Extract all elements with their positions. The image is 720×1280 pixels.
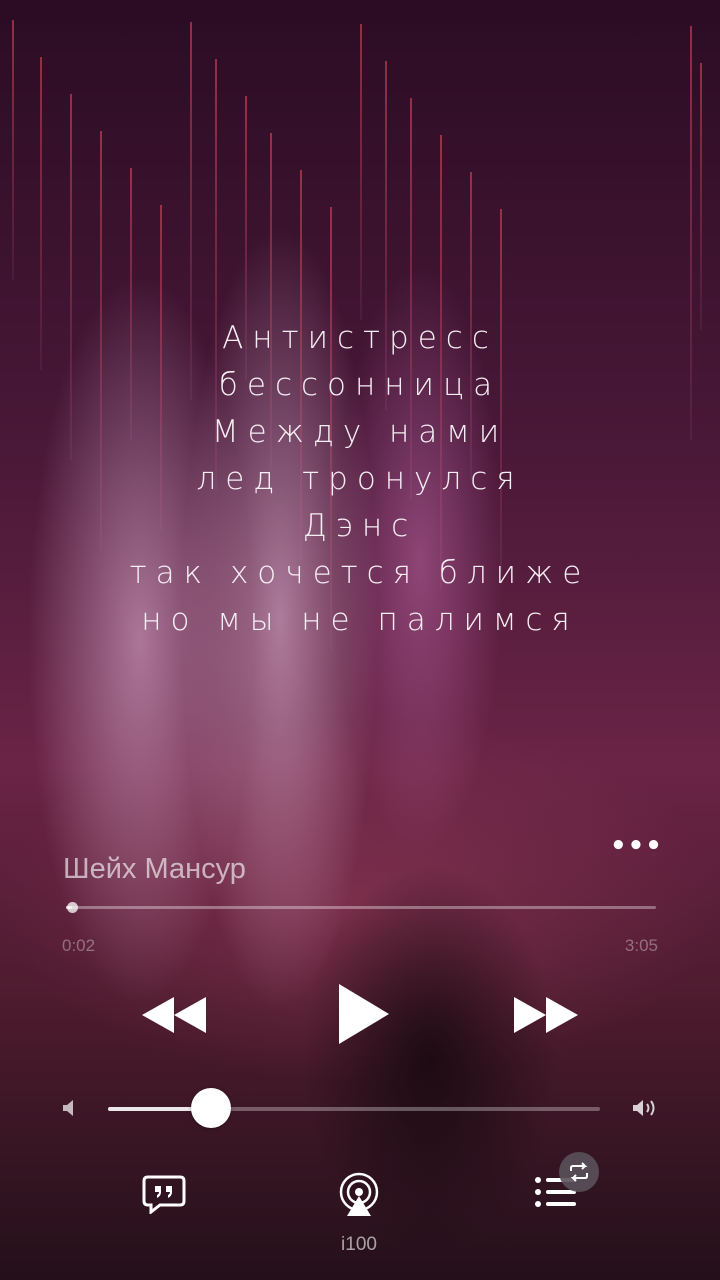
lyrics-quote-icon [142,1175,186,1214]
volume-high-icon [633,1100,655,1116]
progress-scrubber[interactable] [66,902,78,913]
lyric-line: так хочется ближе [129,555,591,591]
total-time: 3:05 [624,936,658,955]
fast-forward-icon [514,997,578,1033]
rewind-button[interactable] [140,990,208,1040]
volume-low-icon [63,1100,73,1116]
airplay-button[interactable] [334,1172,384,1218]
repeat-button[interactable] [559,1152,599,1192]
lyrics-block: Антистресс бессонница Между нами лед тро… [0,315,720,644]
play-icon [339,984,389,1044]
lyric-line: бессонница [218,367,502,403]
lyric-line: лед тронулся [196,461,524,497]
firework-streak [12,20,14,280]
firework-streak [360,24,362,320]
repeat-icon [570,1162,588,1182]
track-title: Шейх Мансур [63,853,246,885]
fast-forward-button[interactable] [512,990,580,1040]
progress-bar[interactable] [66,902,656,913]
elapsed-time: 0:02 [62,936,96,955]
lyric-line: Между нами [211,414,509,450]
volume-thumb[interactable] [191,1088,232,1128]
airplay-audio-icon [339,1172,379,1216]
volume-slider[interactable] [108,1088,600,1128]
airplay-device-label: i100 [341,1234,377,1255]
rewind-icon [142,997,206,1033]
play-button[interactable] [330,978,396,1050]
lyric-line: Антистресс [222,320,498,356]
firework-streak [700,63,702,330]
more-dots-icon[interactable]: ••• [610,833,662,860]
player-panel: Шейх Мансур ••• 0:02 3:05 i100 [0,820,720,1280]
lyric-line: Дэнс [302,508,418,544]
lyric-line: но мы не палимся [141,602,579,638]
lyrics-button[interactable] [140,1172,188,1216]
